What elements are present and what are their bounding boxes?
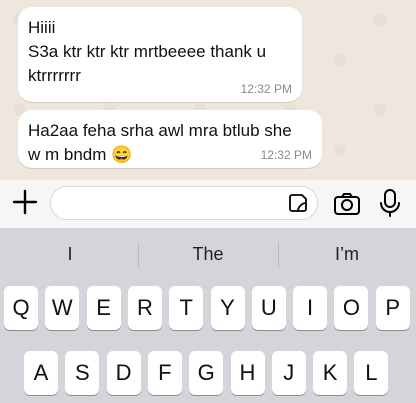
suggestion-3[interactable]: I’m [297, 242, 397, 266]
key-f[interactable]: F [147, 351, 182, 395]
key-s[interactable]: S [65, 351, 100, 395]
microphone-icon[interactable] [376, 187, 404, 219]
key-o[interactable]: O [334, 286, 369, 330]
key-u[interactable]: U [251, 286, 286, 330]
suggestion-divider [138, 242, 139, 268]
key-d[interactable]: D [106, 351, 141, 395]
key-p[interactable]: P [375, 286, 410, 330]
chat-area: Hiiii S3a ktr ktr ktr mrtbeeee thank u k… [0, 0, 416, 180]
key-y[interactable]: Y [210, 286, 245, 330]
key-w[interactable]: W [45, 286, 80, 330]
keyboard: I The I’m QWERTYUIOP ASDFGHJKL [0, 228, 416, 403]
key-h[interactable]: H [230, 351, 265, 395]
key-l[interactable]: L [354, 351, 389, 395]
composer-bar [0, 180, 416, 228]
key-a[interactable]: A [24, 351, 58, 395]
key-g[interactable]: G [189, 351, 224, 395]
key-e[interactable]: E [86, 286, 121, 330]
sticker-icon[interactable] [287, 192, 309, 214]
message-text: Hiiii S3a ktr ktr ktr mrtbeeee thank u k… [28, 18, 267, 85]
camera-icon[interactable] [332, 189, 362, 219]
suggestion-1[interactable]: I [20, 242, 120, 266]
plus-icon[interactable] [10, 187, 40, 217]
message-time: 12:32 PM [260, 148, 312, 162]
incoming-message-bubble[interactable]: Ha2aa feha srha awl mra btlub she w m bn… [18, 110, 322, 168]
key-r[interactable]: R [127, 286, 162, 330]
suggestion-bar: I The I’m [0, 228, 416, 282]
suggestion-divider [278, 242, 279, 268]
message-time: 12:32 PM [240, 82, 292, 96]
key-q[interactable]: Q [4, 286, 38, 330]
key-t[interactable]: T [169, 286, 204, 330]
key-k[interactable]: K [313, 351, 348, 395]
message-input[interactable] [50, 186, 318, 220]
key-i[interactable]: I [293, 286, 328, 330]
suggestion-2[interactable]: The [158, 242, 258, 266]
key-j[interactable]: J [271, 351, 306, 395]
incoming-message-bubble[interactable]: Hiiii S3a ktr ktr ktr mrtbeeee thank u k… [18, 7, 302, 102]
